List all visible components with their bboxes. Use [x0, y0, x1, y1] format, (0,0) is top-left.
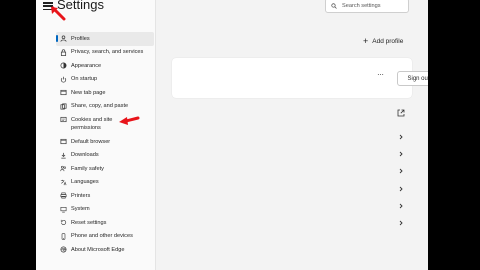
nav-item-share-copy-paste[interactable]: Share, copy, and paste [56, 100, 154, 114]
chevron-right-icon[interactable] [398, 196, 404, 209]
nav-item-privacy[interactable]: Privacy, search, and services [56, 46, 154, 60]
annotation-arrow-icon [51, 6, 66, 21]
nav-item-label: On startup [71, 76, 98, 82]
nav-item-about-edge[interactable]: About Microsoft Edge [56, 243, 154, 257]
printer-icon [59, 192, 67, 200]
nav-item-label: Printers [71, 192, 91, 199]
nav-item-appearance[interactable]: Appearance [56, 59, 154, 73]
search-placeholder: Search settings [342, 2, 381, 9]
nav-item-label: Privacy, search, and services [71, 49, 144, 55]
nav-item-default-browser[interactable]: Default browser [56, 135, 154, 149]
nav-item-label: Default browser [71, 138, 111, 145]
external-link-icon[interactable] [397, 109, 405, 117]
browser-icon [59, 138, 67, 146]
phone-icon [59, 232, 67, 240]
nav-item-label: Cookies and site permissions [71, 116, 113, 131]
nav-item-on-startup[interactable]: On startup [56, 73, 154, 87]
nav-item-downloads[interactable]: Downloads [56, 149, 154, 163]
plus-icon: + [363, 36, 369, 46]
nav-item-label: Family safety [71, 165, 104, 172]
nav-item-system[interactable]: System [56, 203, 154, 217]
lock-icon [59, 48, 67, 56]
settings-window: Settings Profiles Privacy, search, and s… [36, 0, 428, 270]
more-options-icon[interactable]: ··· [377, 70, 384, 79]
chevron-right-icon[interactable] [398, 179, 404, 192]
nav-item-new-tab-page[interactable]: New tab page [56, 86, 154, 100]
chevron-right-icon[interactable] [398, 161, 404, 174]
profile-icon [59, 35, 67, 43]
settings-nav: Settings Profiles Privacy, search, and s… [36, 0, 156, 270]
nav-item-label: Share, copy, and paste [71, 103, 129, 109]
power-icon [59, 75, 67, 83]
language-icon [59, 178, 67, 186]
nav-item-label: Languages [71, 179, 99, 185]
add-profile-label: Add profile [372, 38, 404, 45]
download-icon [59, 151, 67, 159]
share-icon [59, 102, 67, 110]
family-icon [59, 165, 67, 173]
search-icon [331, 2, 337, 9]
add-profile-button[interactable]: + Add profile [363, 36, 404, 46]
nav-item-label: Appearance [71, 62, 102, 69]
annotation-arrow-icon [119, 116, 140, 125]
nav-item-label: New tab page [71, 89, 106, 96]
nav-item-printers[interactable]: Printers [56, 189, 154, 203]
nav-item-label: Downloads [71, 152, 99, 158]
edge-icon [59, 246, 67, 254]
cookies-icon [59, 116, 67, 124]
chevron-right-icon[interactable] [398, 213, 404, 226]
nav-item-label: Profiles [71, 35, 90, 42]
profile-card: ··· Sign out [172, 58, 428, 98]
nav-item-phone-devices[interactable]: Phone and other devices [56, 230, 154, 244]
nav-item-label: System [71, 206, 90, 212]
nav-item-label: Phone and other devices [71, 233, 133, 239]
chevron-right-icon[interactable] [398, 144, 404, 157]
sign-out-button[interactable]: Sign out [397, 71, 428, 86]
nav-item-profiles[interactable]: Profiles [56, 32, 154, 46]
reset-icon [59, 219, 67, 227]
system-icon [59, 205, 67, 213]
new-tab-icon [59, 89, 67, 97]
nav-item-label: Reset settings [71, 219, 107, 226]
nav-item-family-safety[interactable]: Family safety [56, 162, 154, 176]
search-settings-input[interactable]: Search settings [325, 0, 409, 13]
chevron-right-icon[interactable] [398, 127, 404, 140]
nav-list: Profiles Privacy, search, and services A… [56, 32, 154, 257]
nav-item-reset-settings[interactable]: Reset settings [56, 216, 154, 230]
nav-item-languages[interactable]: Languages [56, 176, 154, 190]
appearance-icon [59, 62, 67, 70]
nav-item-label: About Microsoft Edge [71, 246, 125, 253]
